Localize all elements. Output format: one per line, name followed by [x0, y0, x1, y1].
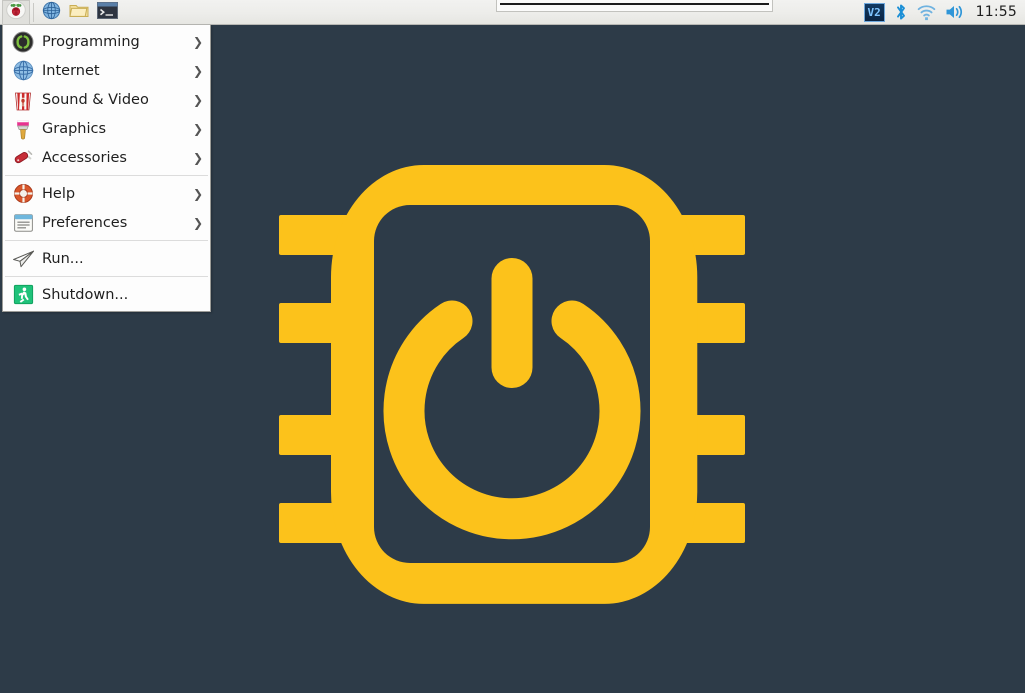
- menu-item-preferences[interactable]: Preferences ❯: [3, 208, 210, 237]
- taskbar-separator: [33, 2, 34, 22]
- cpu-chip-power-icon: [279, 153, 745, 615]
- menu-item-run[interactable]: Run...: [3, 244, 210, 273]
- vnc-server-label: V2: [867, 5, 881, 19]
- menu-item-label: Accessories: [42, 149, 127, 166]
- chevron-right-icon: ❯: [192, 34, 204, 49]
- accessories-knife-icon: [11, 146, 35, 170]
- wifi-icon[interactable]: [917, 4, 936, 21]
- task-window-button[interactable]: [496, 0, 773, 12]
- desktop-screen: V2 11:55 Programming ❯ Internet ❯ Sound …: [0, 0, 1025, 693]
- menu-item-label: Preferences: [42, 214, 128, 231]
- menu-item-label: Shutdown...: [42, 286, 129, 303]
- help-lifebuoy-icon: [11, 182, 35, 206]
- shutdown-exit-icon: [11, 283, 35, 307]
- taskbar-window-list: [121, 0, 864, 25]
- menu-item-label: Internet: [42, 62, 100, 79]
- sound-video-icon: [11, 88, 35, 112]
- file-manager-launcher[interactable]: [65, 0, 93, 25]
- terminal-launcher[interactable]: [93, 0, 121, 25]
- menu-item-sound-video[interactable]: Sound & Video ❯: [3, 85, 210, 114]
- menu-item-label: Run...: [42, 250, 84, 267]
- taskbar: V2 11:55: [0, 0, 1025, 25]
- menu-item-label: Programming: [42, 33, 140, 50]
- graphics-paintbrush-icon: [11, 117, 35, 141]
- menu-separator: [5, 175, 208, 176]
- taskbar-launchers: [0, 0, 121, 25]
- clock[interactable]: 11:55: [974, 4, 1017, 20]
- menu-item-shutdown[interactable]: Shutdown...: [3, 280, 210, 309]
- menu-item-graphics[interactable]: Graphics ❯: [3, 114, 210, 143]
- folder-icon: [69, 1, 89, 23]
- menu-item-programming[interactable]: Programming ❯: [3, 27, 210, 56]
- preferences-list-icon: [11, 211, 35, 235]
- volume-icon[interactable]: [945, 4, 965, 20]
- menu-item-label: Graphics: [42, 120, 107, 137]
- bluetooth-icon[interactable]: [894, 3, 908, 21]
- globe-icon: [42, 1, 61, 24]
- chevron-right-icon: ❯: [192, 92, 204, 107]
- menu-separator: [5, 240, 208, 241]
- web-browser-launcher[interactable]: [37, 0, 65, 25]
- menu-button[interactable]: [2, 0, 30, 25]
- application-menu: Programming ❯ Internet ❯ Sound & Video ❯…: [2, 25, 211, 312]
- menu-item-label: Help: [42, 185, 76, 202]
- menu-item-internet[interactable]: Internet ❯: [3, 56, 210, 85]
- chevron-right-icon: ❯: [192, 63, 204, 78]
- programming-icon: [11, 30, 35, 54]
- menu-item-help[interactable]: Help ❯: [3, 179, 210, 208]
- menu-item-accessories[interactable]: Accessories ❯: [3, 143, 210, 172]
- terminal-icon: [96, 1, 118, 23]
- raspberry-pi-icon: [6, 0, 26, 24]
- menu-separator: [5, 276, 208, 277]
- chevron-right-icon: ❯: [192, 150, 204, 165]
- system-tray: V2 11:55: [863, 0, 1025, 25]
- chevron-right-icon: ❯: [192, 215, 204, 230]
- vnc-server-icon[interactable]: V2: [863, 2, 885, 22]
- menu-item-label: Sound & Video: [42, 91, 149, 108]
- run-paper-plane-icon: [11, 247, 35, 271]
- internet-globe-icon: [11, 59, 35, 83]
- chevron-right-icon: ❯: [192, 121, 204, 136]
- chevron-right-icon: ❯: [192, 186, 204, 201]
